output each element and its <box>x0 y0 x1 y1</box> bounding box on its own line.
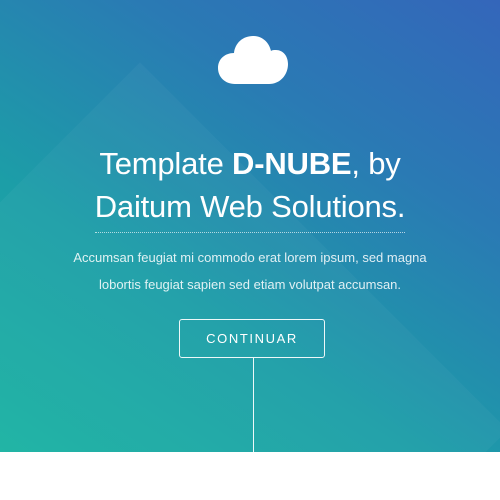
subtitle-line-2: lobortis feugiat sapien sed etiam volutp… <box>98 277 402 292</box>
title-suffix: , by <box>351 145 401 181</box>
continue-button[interactable]: CONTINUAR <box>179 319 325 358</box>
title-prefix: Template <box>99 145 233 181</box>
title-brand: D-NUBE <box>232 145 352 181</box>
hero-section: Template D-NUBE, by Daitum Web Solutions… <box>0 0 500 452</box>
connector-line <box>253 358 254 452</box>
page-title: Template D-NUBE, by Daitum Web Solutions… <box>0 142 500 233</box>
title-line-1: Template D-NUBE, by <box>0 142 500 185</box>
title-line-2: Daitum Web Solutions. <box>94 185 405 233</box>
subtitle: Accumsan feugiat mi commodo erat lorem i… <box>0 244 500 298</box>
subtitle-line-1: Accumsan feugiat mi commodo erat lorem i… <box>73 250 427 265</box>
cloud-icon <box>217 34 289 86</box>
